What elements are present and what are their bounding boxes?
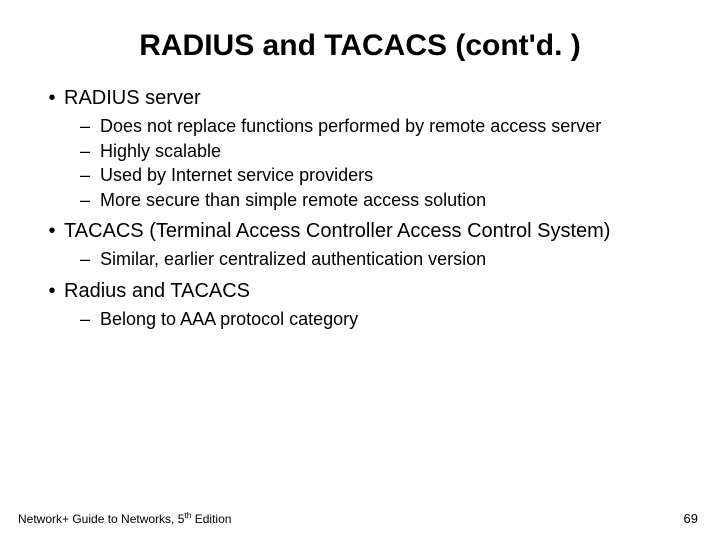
bullet-l2: – Used by Internet service providers	[80, 164, 680, 187]
dash-icon: –	[80, 115, 100, 138]
sub-bullet-text: Used by Internet service providers	[100, 164, 680, 187]
bullet-l2: – Belong to AAA protocol category	[80, 308, 680, 331]
bullet-l2: – Does not replace functions performed b…	[80, 115, 680, 138]
footer-prefix: Network+ Guide to Networks, 5	[18, 512, 184, 526]
dash-icon: –	[80, 248, 100, 271]
bullet-l1: • Radius and TACACS	[40, 279, 680, 304]
bullet-l1: • RADIUS server	[40, 86, 680, 111]
sub-bullet-text: Belong to AAA protocol category	[100, 308, 680, 331]
sub-bullet-group: – Does not replace functions performed b…	[80, 115, 680, 211]
sub-bullet-text: Similar, earlier centralized authenticat…	[100, 248, 680, 271]
bullet-l2: – Similar, earlier centralized authentic…	[80, 248, 680, 271]
bullet-text: TACACS (Terminal Access Controller Acces…	[64, 219, 680, 244]
bullet-text: Radius and TACACS	[64, 279, 680, 304]
dash-icon: –	[80, 308, 100, 331]
bullet-l2: – More secure than simple remote access …	[80, 189, 680, 212]
slide-title: RADIUS and TACACS (cont'd. )	[40, 28, 680, 64]
bullet-l1: • TACACS (Terminal Access Controller Acc…	[40, 219, 680, 244]
sub-bullet-text: Does not replace functions performed by …	[100, 115, 680, 138]
sub-bullet-text: More secure than simple remote access so…	[100, 189, 680, 212]
dash-icon: –	[80, 164, 100, 187]
dash-icon: –	[80, 140, 100, 163]
page-number: 69	[684, 511, 698, 526]
sub-bullet-group: – Belong to AAA protocol category	[80, 308, 680, 331]
bullet-dot-icon: •	[40, 279, 64, 304]
sub-bullet-text: Highly scalable	[100, 140, 680, 163]
bullet-text: RADIUS server	[64, 86, 680, 111]
dash-icon: –	[80, 189, 100, 212]
bullet-l2: – Highly scalable	[80, 140, 680, 163]
bullet-dot-icon: •	[40, 219, 64, 244]
sub-bullet-group: – Similar, earlier centralized authentic…	[80, 248, 680, 271]
slide-content: • RADIUS server – Does not replace funct…	[40, 86, 680, 330]
footer-text: Network+ Guide to Networks, 5th Edition	[18, 512, 231, 526]
footer-suffix: Edition	[191, 512, 231, 526]
bullet-dot-icon: •	[40, 86, 64, 111]
